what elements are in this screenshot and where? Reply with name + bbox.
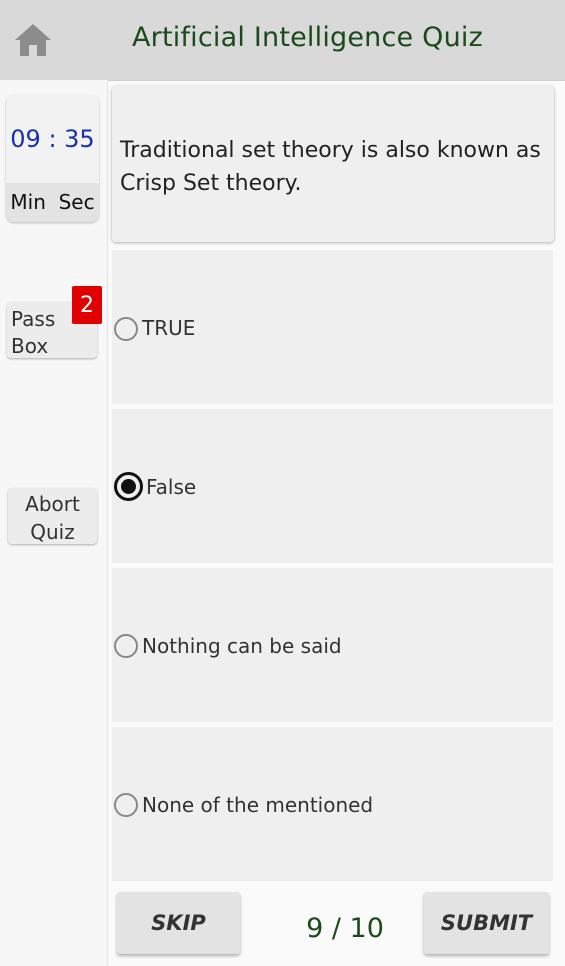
question-text: Traditional set theory is also known as … — [120, 138, 541, 196]
option-none-of-the-mentioned[interactable]: None of the mentioned — [112, 727, 553, 881]
pass-count-badge: 2 — [72, 286, 102, 324]
home-button[interactable] — [12, 20, 54, 60]
timer-value: 09 : 35 — [10, 125, 95, 153]
option-true[interactable]: TRUE — [112, 250, 553, 404]
option-false[interactable]: False — [112, 409, 553, 563]
page-title: Artificial Intelligence Quiz — [132, 22, 483, 53]
radio-button-selected[interactable] — [114, 472, 143, 501]
pass-box-label: Pass Box — [11, 307, 56, 358]
submit-button[interactable]: SUBMIT — [424, 892, 549, 954]
option-label: False — [146, 475, 197, 499]
option-label: None of the mentioned — [142, 793, 374, 817]
app-header: Artificial Intelligence Quiz — [0, 0, 565, 81]
option-nothing-can-be-said[interactable]: Nothing can be said — [112, 568, 553, 722]
abort-quiz-label: Abort Quiz — [25, 492, 80, 544]
skip-button[interactable]: SKIP — [117, 892, 240, 954]
radio-button[interactable] — [114, 793, 138, 817]
timer-units-label: Min Sec — [10, 190, 95, 214]
option-label: TRUE — [142, 316, 196, 340]
home-icon — [15, 24, 51, 56]
question-card: Traditional set theory is also known as … — [112, 86, 554, 242]
countdown-timer: 09 : 35 Min Sec — [6, 95, 99, 222]
radio-button[interactable] — [114, 317, 138, 341]
option-label: Nothing can be said — [142, 634, 342, 658]
abort-quiz-button[interactable]: Abort Quiz — [8, 488, 97, 544]
radio-button[interactable] — [114, 634, 138, 658]
question-progress: 9 / 10 — [306, 913, 384, 944]
